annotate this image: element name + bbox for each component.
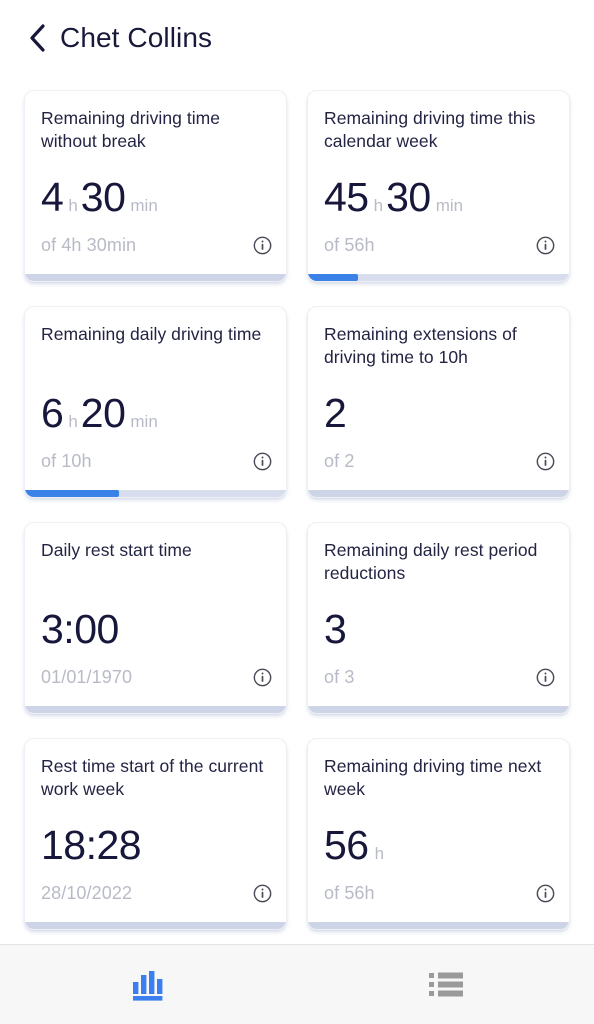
card-value: 45 h 30 min — [324, 177, 553, 218]
card-value-primary: 3 — [324, 606, 347, 652]
progress-track — [308, 274, 569, 281]
card-value: 4 h 30 min — [41, 177, 270, 218]
metric-card[interactable]: Remaining daily rest period reductions 3… — [307, 522, 570, 714]
info-icon[interactable] — [536, 236, 555, 255]
info-icon[interactable] — [536, 452, 555, 471]
card-title: Remaining driving time this calendar wee… — [324, 108, 536, 152]
metric-card[interactable]: Remaining driving time without break 4 h… — [24, 90, 287, 282]
progress-track — [25, 706, 286, 713]
card-value-primary: 6 — [41, 390, 64, 436]
bar-chart-icon — [132, 970, 162, 1001]
nav-tab-statistics[interactable] — [0, 945, 297, 1024]
card-subtext: 28/10/2022 — [41, 883, 133, 903]
card-unit-primary: h — [68, 196, 78, 215]
back-button[interactable] — [20, 18, 54, 58]
list-icon — [428, 972, 463, 996]
card-value-primary: 4 — [41, 174, 64, 220]
card-subtext: of 4h 30min — [41, 235, 137, 255]
card-value-secondary: 30 — [80, 174, 126, 220]
card-value-primary: 56 — [324, 822, 369, 868]
app-header: Chet Collins — [0, 0, 594, 76]
card-footer: 01/01/1970 — [41, 667, 272, 688]
card-value: 6 h 20 min — [41, 393, 270, 434]
card-title: Remaining extensions of driving time to … — [324, 324, 517, 368]
card-title: Remaining daily driving time — [41, 324, 262, 344]
card-title: Daily rest start time — [41, 540, 192, 560]
metric-card[interactable]: Remaining driving time next week 56 h of… — [307, 738, 570, 930]
progress-fill — [308, 274, 358, 281]
nav-tab-list[interactable] — [297, 945, 594, 1024]
card-unit-secondary: min — [130, 412, 158, 431]
card-value: 2 — [324, 393, 553, 434]
card-value-primary: 2 — [324, 390, 347, 436]
card-value-primary: 18:28 — [41, 822, 142, 868]
card-unit-secondary: min — [435, 196, 464, 215]
metric-card[interactable]: Remaining driving time this calendar wee… — [307, 90, 570, 282]
info-icon[interactable] — [253, 236, 272, 255]
info-icon[interactable] — [536, 884, 555, 903]
info-icon[interactable] — [253, 452, 272, 471]
progress-track — [308, 490, 569, 497]
card-value-secondary: 20 — [80, 390, 126, 436]
info-icon[interactable] — [536, 668, 555, 687]
progress-fill — [25, 490, 119, 497]
card-value: 3 — [324, 609, 553, 650]
card-footer: of 3 — [324, 667, 555, 688]
card-subtext: of 2 — [324, 451, 355, 471]
card-title: Remaining driving time next week — [324, 756, 542, 800]
metric-card[interactable]: Remaining daily driving time 6 h 20 min … — [24, 306, 287, 498]
bottom-navigation-bar — [0, 944, 594, 1024]
info-icon[interactable] — [253, 884, 272, 903]
card-footer: of 2 — [324, 451, 555, 472]
progress-track — [25, 922, 286, 929]
page-title: Chet Collins — [60, 22, 213, 53]
card-value-secondary: 30 — [386, 174, 431, 220]
progress-track — [308, 706, 569, 713]
card-value: 3:00 — [41, 609, 270, 650]
info-icon[interactable] — [253, 668, 272, 687]
card-title: Remaining daily rest period reductions — [324, 540, 538, 584]
card-title: Rest time start of the current work week — [41, 756, 264, 800]
card-unit-secondary: min — [130, 196, 158, 215]
card-footer: of 56h — [324, 883, 555, 904]
card-value: 18:28 — [41, 825, 270, 866]
progress-track — [25, 274, 286, 281]
card-subtext: of 3 — [324, 667, 355, 687]
card-value-primary: 45 — [324, 174, 369, 220]
card-footer: of 4h 30min — [41, 235, 272, 256]
card-footer: of 10h — [41, 451, 272, 472]
card-unit-primary: h — [68, 412, 78, 431]
card-value: 56 h — [324, 825, 553, 866]
card-subtext: of 56h — [324, 883, 375, 903]
card-value-primary: 3:00 — [41, 606, 119, 652]
card-subtext: of 56h — [324, 235, 375, 255]
metric-card-grid: Remaining driving time without break 4 h… — [0, 76, 594, 930]
metric-card[interactable]: Daily rest start time 3:00 01/01/1970 — [24, 522, 287, 714]
card-subtext: of 10h — [41, 451, 92, 471]
progress-track — [308, 922, 569, 929]
card-subtext: 01/01/1970 — [41, 667, 133, 687]
metric-card[interactable]: Remaining extensions of driving time to … — [307, 306, 570, 498]
metric-card[interactable]: Rest time start of the current work week… — [24, 738, 287, 930]
card-footer: of 56h — [324, 235, 555, 256]
card-unit-primary: h — [374, 844, 385, 863]
chevron-left-icon — [30, 24, 45, 52]
card-unit-primary: h — [373, 196, 384, 215]
card-footer: 28/10/2022 — [41, 883, 272, 904]
progress-track — [25, 490, 286, 497]
card-title: Remaining driving time without break — [41, 108, 221, 152]
